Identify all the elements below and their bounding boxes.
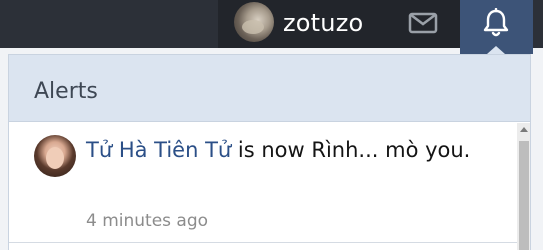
alerts-scrollbar[interactable] xyxy=(517,123,530,250)
account-menu-link[interactable]: zotuzo xyxy=(218,0,386,48)
popup-caret xyxy=(487,46,505,54)
alert-item[interactable]: Tử Hà Tiên Tử is now Rình... mò you. 4 m… xyxy=(9,123,517,243)
alert-user-avatar[interactable] xyxy=(34,135,76,177)
user-avatar[interactable] xyxy=(234,2,274,42)
alert-user-link[interactable]: Tử Hà Tiên Tử xyxy=(86,138,231,162)
username-label[interactable]: zotuzo xyxy=(283,6,363,40)
top-navbar: zotuzo xyxy=(0,0,543,54)
inbox-button[interactable] xyxy=(386,0,460,48)
scroll-thumb[interactable] xyxy=(519,141,529,250)
bell-icon xyxy=(483,8,509,37)
envelope-icon xyxy=(408,12,438,34)
alert-separator xyxy=(9,242,517,243)
alerts-title[interactable]: Alerts xyxy=(34,77,98,107)
alert-message: is now Rình... mò you. xyxy=(237,138,471,162)
alerts-popup-header: Alerts xyxy=(9,55,530,122)
alert-timestamp: 4 minutes ago xyxy=(86,211,209,231)
alerts-popup: Alerts Tử Hà Tiên Tử is now Rình... mò y… xyxy=(8,54,531,250)
scroll-up-arrow-icon[interactable] xyxy=(520,127,528,132)
alert-text: Tử Hà Tiên Tử is now Rình... mò you. xyxy=(86,133,506,168)
